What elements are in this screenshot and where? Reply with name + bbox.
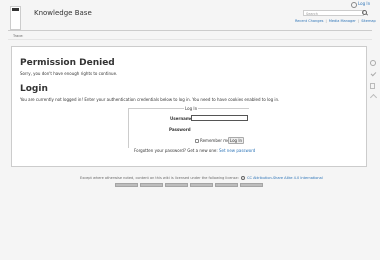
- footer-badges: [115, 183, 263, 188]
- site-title[interactable]: Knowledge Base: [34, 9, 92, 17]
- sitemap-link[interactable]: Sitemap: [361, 19, 376, 23]
- denied-message: Sorry, you don't have enough rights to c…: [20, 71, 118, 76]
- password-label: Password: [169, 127, 191, 132]
- login-link[interactable]: Log In: [358, 1, 370, 6]
- cc-icon: [240, 176, 245, 180]
- site-logo[interactable]: [10, 6, 21, 30]
- password-field[interactable]: [191, 126, 248, 132]
- separator: |: [356, 19, 361, 23]
- header-divider: [8, 30, 372, 31]
- login-form-legend: Log In: [184, 106, 199, 111]
- html5-badge[interactable]: [190, 183, 213, 187]
- login-heading: Login: [20, 84, 48, 94]
- username-field[interactable]: [191, 115, 248, 121]
- forgot-password-text: Forgotten your password? Get a new one:: [134, 148, 218, 153]
- back-to-top-icon[interactable]: [369, 93, 378, 102]
- license-notice: Except where otherwise noted, content on…: [80, 176, 323, 180]
- history-icon[interactable]: [370, 60, 376, 66]
- dokuwiki-badge[interactable]: [240, 183, 263, 187]
- breadcrumb-divider: [8, 39, 372, 40]
- user-icon: [351, 2, 357, 8]
- login-button[interactable]: Log In: [228, 137, 244, 144]
- license-text: Except where otherwise noted, content on…: [80, 176, 239, 180]
- search-input[interactable]: Search: [303, 10, 364, 16]
- edit-icon[interactable]: [370, 70, 377, 77]
- php-badge[interactable]: [165, 183, 188, 187]
- page-title: Permission Denied: [20, 58, 115, 68]
- search-icon[interactable]: [362, 10, 368, 16]
- separator: |: [324, 19, 328, 23]
- site-tools: Recent Changes | Media Manager | Sitemap: [295, 19, 376, 23]
- remember-me-checkbox[interactable]: [195, 139, 199, 143]
- breadcrumb: Trace:: [13, 34, 24, 38]
- recent-changes-link[interactable]: Recent Changes: [295, 19, 323, 23]
- css-badge[interactable]: [215, 183, 238, 187]
- license-badge[interactable]: [115, 183, 138, 187]
- remember-me-label[interactable]: Remember me: [200, 138, 230, 143]
- set-new-password-link[interactable]: Set new password: [219, 148, 255, 153]
- media-manager-link[interactable]: Media Manager: [329, 19, 356, 23]
- media-icon[interactable]: [370, 83, 375, 89]
- login-message: You are currently not logged in! Enter y…: [20, 97, 280, 102]
- license-link[interactable]: CC Attribution-Share Alike 4.0 Internati…: [247, 176, 323, 180]
- username-label: Username: [170, 116, 193, 121]
- donate-badge[interactable]: [140, 183, 163, 187]
- forgot-password: Forgotten your password? Get a new one: …: [134, 148, 255, 153]
